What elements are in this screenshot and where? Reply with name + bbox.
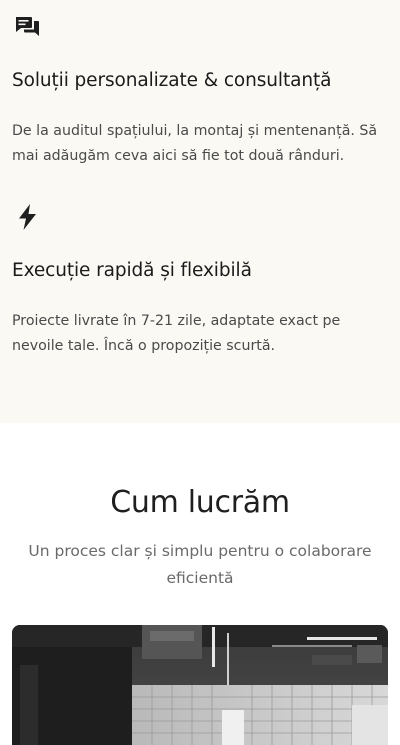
feature-description: De la auditul spațiului, la montaj și me… (12, 123, 378, 164)
section-title: Cum lucrăm (110, 485, 290, 520)
features-section: Soluții personalizate & consultanță De l… (0, 0, 400, 423)
section-subtitle: Un proces clar și simplu pentru o colabo… (28, 542, 372, 587)
lightning-icon (14, 203, 42, 231)
workspace-photo (12, 625, 388, 745)
feature-title: Execuție rapidă și flexibilă (12, 260, 252, 281)
feature-description: Proiecte livrate în 7-21 zile, adaptate … (12, 313, 341, 354)
chat-icon (14, 14, 42, 42)
how-we-work-section: Cum lucrăm Un proces clar și simplu pent… (0, 423, 400, 745)
feature-title: Soluții personalizate & consultanță (12, 70, 332, 91)
